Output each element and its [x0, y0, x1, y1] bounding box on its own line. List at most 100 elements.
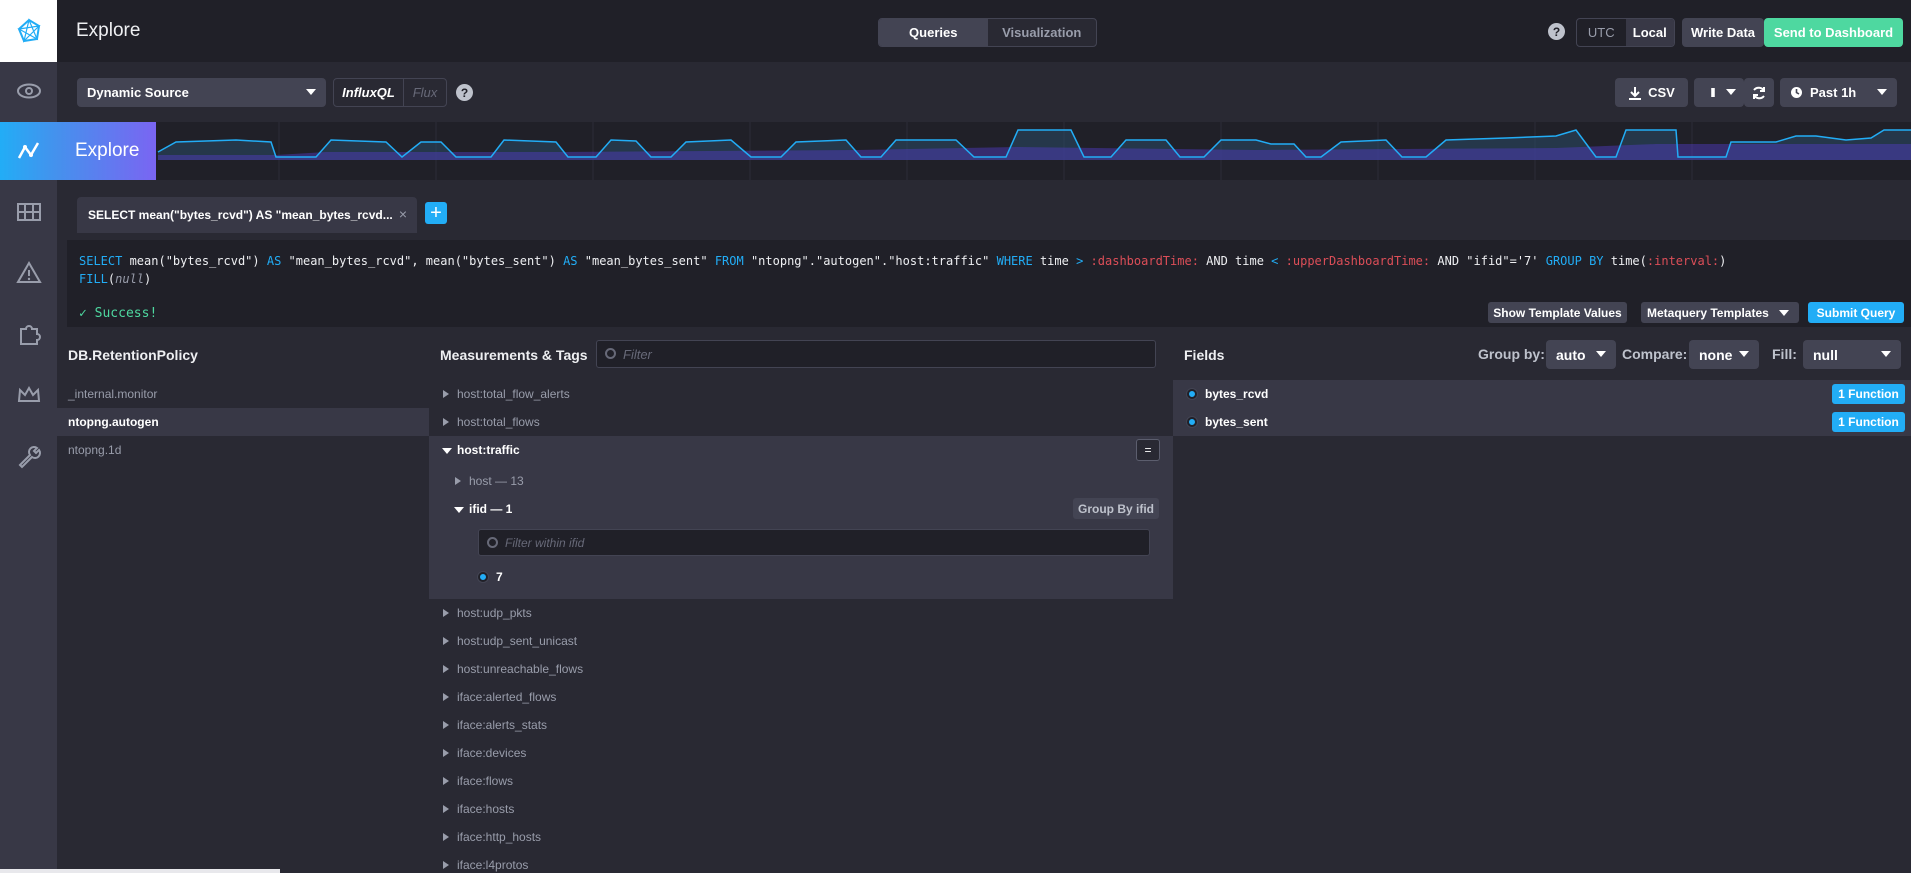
compare-value: none — [1699, 346, 1733, 363]
measurement-label: iface:hosts — [457, 802, 515, 816]
wrench-icon[interactable] — [0, 427, 57, 485]
kw-as: AS — [563, 254, 578, 268]
alert-icon[interactable] — [0, 244, 57, 302]
selected-dot-icon — [1187, 389, 1197, 399]
grid-icon[interactable] — [0, 183, 57, 241]
mode-toggle: Queries Visualization — [878, 18, 1097, 47]
measurement-label: host:total_flows — [457, 415, 540, 429]
local-button[interactable]: Local — [1625, 19, 1674, 46]
field-bytes-rcvd[interactable]: bytes_rcvd 1 Function — [1173, 380, 1911, 408]
field-label: bytes_rcvd — [1205, 387, 1269, 401]
list-item[interactable]: iface:alerts_stats — [429, 711, 1173, 739]
field-bytes-sent[interactable]: bytes_sent 1 Function — [1173, 408, 1911, 436]
kw-where: WHERE — [996, 254, 1033, 268]
tag-host[interactable]: host — 13 — [429, 467, 1173, 495]
time-range-dropdown[interactable]: Past 1h — [1780, 78, 1897, 107]
list-item[interactable]: host:udp_sent_unicast — [429, 627, 1173, 655]
crown-icon[interactable] — [0, 366, 57, 424]
db-item-ntopng-1d[interactable]: ntopng.1d — [57, 436, 429, 464]
show-template-values-button[interactable]: Show Template Values — [1488, 302, 1627, 323]
measurements-filter-input[interactable]: Filter — [596, 340, 1156, 368]
group-by-dropdown[interactable]: auto — [1546, 340, 1616, 369]
q-part: "mean_bytes_sent" — [577, 254, 715, 268]
list-item[interactable]: host:unreachable_flows — [429, 655, 1173, 683]
tag-filter-input[interactable]: Filter within ifid — [478, 529, 1150, 556]
search-icon — [605, 348, 616, 359]
db-item-ntopng-autogen[interactable]: ntopng.autogen — [57, 408, 429, 436]
group-by-ifid-button[interactable]: Group By ifid — [1073, 498, 1159, 519]
list-item[interactable]: host:udp_pkts — [429, 599, 1173, 627]
db-item-internal-monitor[interactable]: _internal.monitor — [57, 380, 429, 408]
horizontal-scrollbar[interactable] — [0, 869, 280, 873]
send-to-dashboard-button[interactable]: Send to Dashboard — [1764, 18, 1903, 47]
group-by-label: Group by: — [1478, 346, 1545, 362]
caret-right-icon — [443, 749, 449, 757]
tab-queries[interactable]: Queries — [879, 19, 988, 46]
chevron-down-icon — [306, 89, 316, 95]
query-tab[interactable]: SELECT mean("bytes_rcvd") AS "mean_bytes… — [77, 197, 417, 233]
write-data-button[interactable]: Write Data — [1682, 18, 1764, 47]
download-icon — [1629, 86, 1642, 100]
refresh-button[interactable] — [1744, 78, 1774, 107]
q-part: ) — [144, 272, 152, 286]
list-item[interactable]: iface:flows — [429, 767, 1173, 795]
csv-button[interactable]: CSV — [1615, 78, 1688, 107]
pause-button[interactable]: II — [1694, 78, 1744, 107]
function-button[interactable]: 1 Function — [1832, 412, 1905, 432]
caret-right-icon — [443, 777, 449, 785]
submit-query-button[interactable]: Submit Query — [1808, 302, 1904, 323]
list-item[interactable]: iface:hosts — [429, 795, 1173, 823]
tag-ifid[interactable]: ifid — 1 — [429, 495, 1173, 523]
caret-right-icon — [443, 861, 449, 869]
measurement-label: iface:alerts_stats — [457, 718, 548, 732]
caret-right-icon — [443, 665, 449, 673]
fill-dropdown[interactable]: null — [1803, 340, 1901, 369]
caret-right-icon — [443, 693, 449, 701]
compare-dropdown[interactable]: none — [1689, 340, 1759, 369]
chevron-down-icon — [1739, 351, 1749, 357]
overview-graph[interactable] — [156, 122, 1911, 180]
caret-right-icon — [443, 833, 449, 841]
source-dropdown[interactable]: Dynamic Source — [77, 78, 326, 107]
measurement-host-traffic[interactable]: host:traffic — [429, 436, 1173, 464]
flux-button[interactable]: Flux — [404, 79, 446, 106]
q-part: AND "ifid"='7' — [1430, 254, 1546, 268]
query-text[interactable]: SELECT mean("bytes_rcvd") AS "mean_bytes… — [79, 252, 1899, 288]
measurement-label: host:udp_sent_unicast — [457, 634, 578, 648]
pause-icon: II — [1710, 85, 1715, 100]
page-title: Explore — [76, 20, 141, 41]
query-editor[interactable]: SELECT mean("bytes_rcvd") AS "mean_bytes… — [67, 240, 1911, 327]
list-item[interactable]: host:total_flows — [429, 408, 1173, 436]
utc-button[interactable]: UTC — [1577, 19, 1626, 46]
caret-right-icon — [443, 721, 449, 729]
puzzle-icon[interactable] — [0, 305, 57, 363]
q-part — [1083, 254, 1090, 268]
sidebar — [0, 0, 57, 873]
graph-icon[interactable] — [0, 122, 57, 180]
help-icon[interactable]: ? — [1548, 23, 1565, 40]
list-item[interactable]: host:total_flow_alerts — [429, 380, 1173, 408]
tag-value-item[interactable]: 7 — [478, 567, 503, 587]
tpl-upper-dashboard-time: :upperDashboardTime: — [1285, 254, 1431, 268]
page-header: Explore Queries Visualization ? UTC Loca… — [57, 0, 1911, 62]
logo-icon[interactable] — [0, 0, 57, 62]
list-item[interactable]: iface:l4protos — [429, 851, 1173, 873]
q-part: time( — [1603, 254, 1647, 268]
q-part: "mean_bytes_rcvd", mean("bytes_sent") — [281, 254, 564, 268]
list-item[interactable]: iface:http_hosts — [429, 823, 1173, 851]
list-item[interactable]: iface:devices — [429, 739, 1173, 767]
tab-visualization[interactable]: Visualization — [988, 19, 1097, 46]
add-query-button[interactable]: + — [425, 202, 447, 224]
kw-select: SELECT — [79, 254, 123, 268]
eye-icon[interactable] — [0, 62, 57, 120]
close-icon[interactable]: × — [399, 206, 407, 222]
influxql-button[interactable]: InfluxQL — [334, 79, 404, 106]
metaquery-templates-dropdown[interactable]: Metaquery Templates — [1641, 302, 1799, 323]
eq-button[interactable]: = — [1136, 439, 1160, 461]
list-item[interactable]: iface:alerted_flows — [429, 683, 1173, 711]
tpl-interval: :interval: — [1646, 254, 1720, 268]
kw-fill: FILL — [79, 272, 108, 286]
query-help-icon[interactable]: ? — [456, 84, 473, 101]
function-button[interactable]: 1 Function — [1832, 384, 1905, 404]
measurement-label: host:udp_pkts — [457, 606, 532, 620]
